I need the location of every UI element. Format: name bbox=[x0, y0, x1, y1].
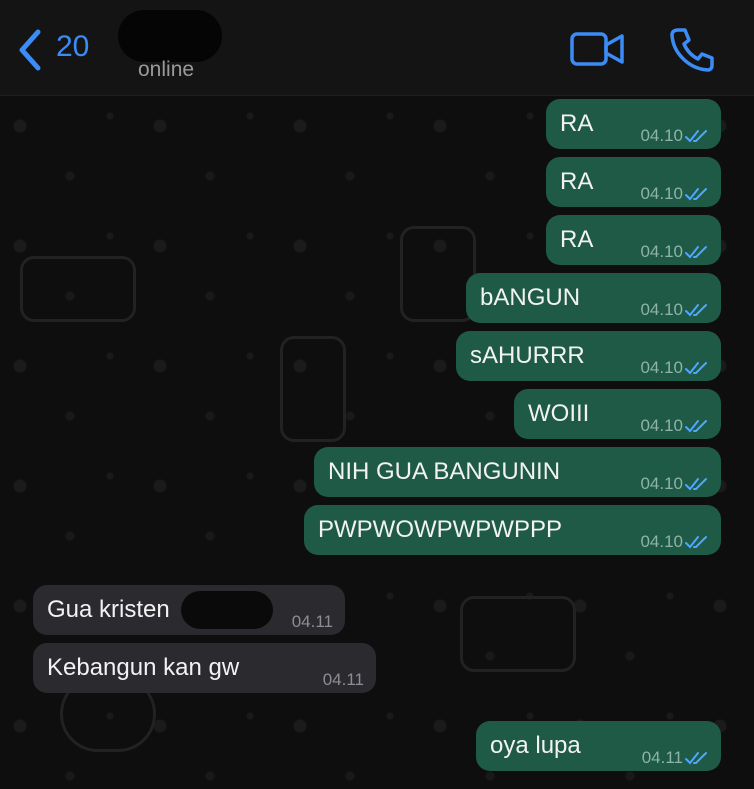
message-meta: 04.10 bbox=[640, 415, 709, 437]
message-time: 04.11 bbox=[322, 670, 364, 689]
double-check-icon bbox=[685, 362, 707, 375]
message-meta: 04.11 bbox=[292, 611, 333, 633]
message-meta: 04.11 bbox=[642, 747, 709, 769]
contact-status: online bbox=[138, 58, 195, 81]
message-time: 04.10 bbox=[640, 532, 683, 551]
message-text: PWPWOWPWPWPPP bbox=[318, 516, 562, 543]
chat-header: 20 online bbox=[0, 0, 754, 96]
redacted-text bbox=[181, 591, 273, 629]
double-check-icon bbox=[685, 478, 707, 491]
message-meta: 04.10 bbox=[640, 357, 709, 379]
message-time: 04.11 bbox=[641, 748, 683, 767]
message-bubble-outgoing[interactable]: sAHURRR 04.10 bbox=[456, 331, 721, 381]
message-time: 04.10 bbox=[640, 358, 683, 377]
message-text: WOIII bbox=[528, 400, 590, 427]
message-bubble-outgoing[interactable]: RA 04.10 bbox=[546, 215, 721, 265]
message-meta: 04.10 bbox=[640, 125, 709, 147]
message-text: Gua kristen bbox=[47, 596, 170, 623]
video-camera-icon bbox=[570, 32, 624, 66]
message-meta: 04.10 bbox=[640, 531, 709, 553]
message-text: sAHURRR bbox=[470, 342, 585, 369]
message-meta: 04.10 bbox=[640, 299, 709, 321]
message-bubble-outgoing[interactable]: bANGUN 04.10 bbox=[466, 273, 721, 323]
message-text: RA bbox=[560, 226, 594, 253]
message-text: Kebangun kan gw bbox=[47, 654, 240, 681]
message-bubble-incoming[interactable]: Kebangun kan gw 04.11 bbox=[33, 643, 376, 693]
message-time: 04.10 bbox=[640, 126, 683, 145]
message-meta: 04.10 bbox=[640, 473, 709, 495]
message-bubble-outgoing[interactable]: RA 04.10 bbox=[546, 99, 721, 149]
voice-call-button[interactable] bbox=[668, 26, 716, 72]
wallpaper-doodle bbox=[20, 256, 136, 322]
message-text: bANGUN bbox=[480, 284, 581, 311]
message-time: 04.10 bbox=[640, 184, 683, 203]
message-bubble-outgoing[interactable]: WOIII 04.10 bbox=[514, 389, 721, 439]
wallpaper-doodle bbox=[460, 596, 576, 672]
double-check-icon bbox=[685, 420, 707, 433]
message-bubble-outgoing[interactable]: oya lupa 04.11 bbox=[476, 721, 721, 771]
message-meta: 04.10 bbox=[640, 183, 709, 205]
double-check-icon bbox=[685, 188, 707, 201]
message-bubble-outgoing[interactable]: PWPWOWPWPWPPP 04.10 bbox=[304, 505, 721, 555]
message-time: 04.11 bbox=[291, 612, 333, 631]
wallpaper-doodle bbox=[280, 336, 346, 442]
double-check-icon bbox=[685, 246, 707, 259]
message-text: oya lupa bbox=[490, 732, 581, 759]
double-check-icon bbox=[685, 536, 707, 549]
message-meta: 04.11 bbox=[323, 669, 364, 691]
wallpaper-doodle bbox=[400, 226, 476, 322]
message-text: NIH GUA BANGUNIN bbox=[328, 458, 561, 485]
message-bubble-outgoing[interactable]: NIH GUA BANGUNIN 04.10 bbox=[314, 447, 721, 497]
unread-count[interactable]: 20 bbox=[56, 30, 89, 64]
video-call-button[interactable] bbox=[570, 30, 626, 68]
double-check-icon bbox=[685, 130, 707, 143]
message-time: 04.10 bbox=[640, 416, 683, 435]
back-button[interactable] bbox=[14, 28, 50, 72]
message-text: RA bbox=[560, 110, 594, 137]
contact-name-redacted[interactable] bbox=[118, 10, 222, 62]
message-time: 04.10 bbox=[640, 474, 683, 493]
double-check-icon bbox=[685, 752, 707, 765]
message-time: 04.10 bbox=[640, 300, 683, 319]
message-meta: 04.10 bbox=[640, 241, 709, 263]
chevron-left-icon bbox=[19, 29, 41, 71]
phone-icon bbox=[670, 28, 714, 72]
message-bubble-incoming[interactable]: Gua kristen 04.11 bbox=[33, 585, 345, 635]
message-bubble-outgoing[interactable]: RA 04.10 bbox=[546, 157, 721, 207]
message-text: RA bbox=[560, 168, 594, 195]
double-check-icon bbox=[685, 304, 707, 317]
message-time: 04.10 bbox=[640, 242, 683, 261]
